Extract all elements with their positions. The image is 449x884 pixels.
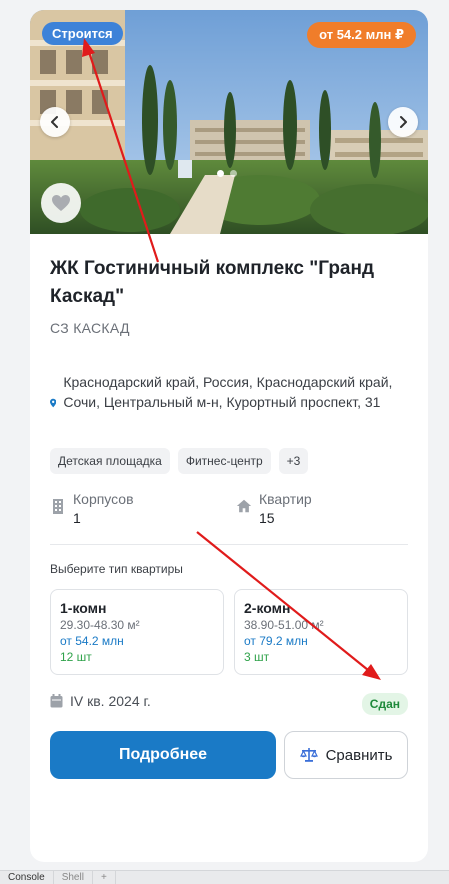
- apartment-type-price: от 54.2 млн: [60, 634, 124, 648]
- completion-status-badge: Сдан: [361, 693, 408, 715]
- heart-icon: [52, 195, 70, 211]
- stats-row: Корпусов 1 Квартир 15: [50, 490, 408, 530]
- deadline: IV кв. 2024 г.: [50, 693, 151, 709]
- amenity-tags: Детская площадка Фитнес-центр +3: [50, 448, 309, 474]
- apartment-type-card-1room[interactable]: 1-комн 29.30-48.30 м² от 54.2 млн 12 шт: [50, 589, 224, 675]
- location-pin-icon: [50, 398, 57, 408]
- chevron-left-icon: [51, 116, 58, 128]
- deadline-row: IV кв. 2024 г. Сдан: [50, 693, 408, 715]
- favorite-button[interactable]: [41, 183, 81, 223]
- more-tags-button[interactable]: +3: [278, 448, 309, 474]
- tab-shell[interactable]: Shell: [54, 870, 93, 884]
- apartment-type-area: 38.90-51.00 м²: [244, 618, 324, 632]
- devtools-tabbar: Console Shell +: [0, 870, 449, 884]
- tab-console[interactable]: Console: [0, 870, 54, 884]
- compare-label: Сравнить: [325, 746, 393, 764]
- chevron-right-icon: [400, 116, 407, 128]
- address-text: Краснодарский край, Россия, Краснодарски…: [63, 374, 393, 410]
- calendar-icon: [50, 694, 63, 708]
- developer-name: СЗ КАСКАД: [50, 320, 130, 336]
- status-badge: Строится: [42, 22, 123, 45]
- compare-button[interactable]: Сравнить: [284, 731, 408, 779]
- home-icon: [236, 499, 252, 513]
- building-icon: [53, 499, 63, 514]
- apartment-type-label: Выберите тип квартиры: [50, 562, 183, 576]
- apartments-value: 15: [259, 510, 275, 526]
- complex-title[interactable]: ЖК Гостиничный комплекс "Гранд Каскад": [50, 255, 408, 311]
- apartment-type-count: 3 шт: [244, 650, 270, 664]
- details-button[interactable]: Подробнее: [50, 731, 276, 779]
- apartment-type-card-2room[interactable]: 2-комн 38.90-51.00 м² от 79.2 млн 3 шт: [234, 589, 408, 675]
- gallery-dots: [217, 170, 237, 177]
- complex-card: Строится от 54.2 млн ₽ ЖК Гостиничный ко…: [30, 10, 428, 862]
- gallery-dot[interactable]: [230, 170, 237, 177]
- amenity-tag: Детская площадка: [50, 448, 170, 474]
- card-body: ЖК Гостиничный комплекс "Гранд Каскад" С…: [50, 255, 408, 779]
- gallery-dot[interactable]: [217, 170, 224, 177]
- add-tab-button[interactable]: +: [93, 870, 116, 884]
- apartment-type-name: 2-комн: [244, 600, 291, 616]
- apartment-type-price: от 79.2 млн: [244, 634, 308, 648]
- apartments-label: Квартир: [259, 491, 312, 507]
- buildings-value: 1: [73, 510, 81, 526]
- apartment-type-count: 12 шт: [60, 650, 92, 664]
- gallery-prev-button[interactable]: [40, 107, 70, 137]
- gallery-next-button[interactable]: [388, 107, 418, 137]
- deadline-text: IV кв. 2024 г.: [70, 693, 151, 709]
- apartments-stat: Квартир 15: [236, 490, 312, 528]
- scales-icon: [299, 748, 318, 762]
- divider: [50, 544, 408, 545]
- price-badge: от 54.2 млн ₽: [307, 22, 416, 48]
- amenity-tag: Фитнес-центр: [177, 448, 271, 474]
- address-row: Краснодарский край, Россия, Краснодарски…: [50, 373, 408, 412]
- buildings-label: Корпусов: [73, 491, 134, 507]
- hero-gallery[interactable]: Строится от 54.2 млн ₽: [30, 10, 428, 234]
- apartment-type-area: 29.30-48.30 м²: [60, 618, 140, 632]
- apartment-type-name: 1-комн: [60, 600, 107, 616]
- buildings-stat: Корпусов 1: [50, 490, 134, 528]
